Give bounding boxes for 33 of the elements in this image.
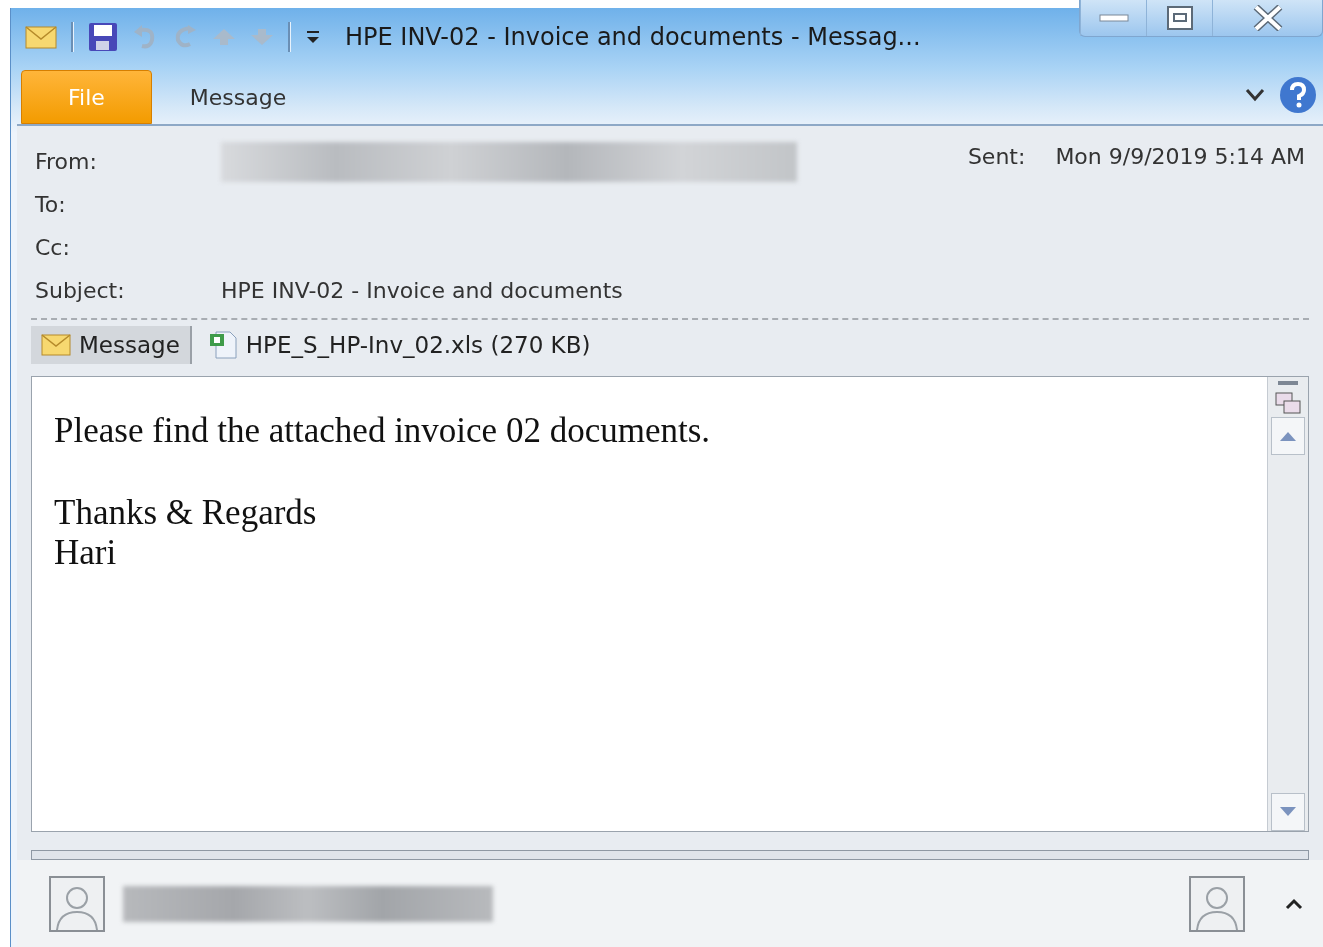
- body-text: Please find the attached invoice 02 documents.: [54, 411, 712, 451]
- pane-splitter[interactable]: [31, 850, 1309, 860]
- minimize-icon: [1098, 13, 1129, 23]
- attachment-item[interactable]: HPE_S_HP-Inv_02.xls (270 KB): [197, 324, 601, 366]
- sent-date: Mon 9/9/2019 5:14 AM: [1055, 144, 1305, 171]
- message-tab[interactable]: Message: [31, 326, 192, 364]
- save-icon[interactable]: [88, 22, 118, 52]
- down-triangle-icon: [1278, 806, 1298, 818]
- help-icon[interactable]: [1279, 76, 1317, 114]
- sent-label: Sent:: [967, 144, 1026, 171]
- ribbon-tab[interactable]: Message: [151, 70, 325, 124]
- field-label: Subject:: [35, 278, 126, 303]
- window-title: HPE INV-02 - Invoice and documents - Messag...: [345, 23, 921, 51]
- expand-up-icon[interactable]: [1285, 897, 1303, 910]
- body-text: Hari: [54, 533, 118, 573]
- scroll-down-button[interactable]: [1271, 793, 1305, 831]
- body-text: Thanks & Regards: [54, 493, 318, 533]
- envelope-icon: [41, 333, 71, 357]
- field-label: Cc:: [35, 235, 71, 260]
- envelope-icon: [25, 23, 57, 51]
- customize-menu-icon[interactable]: [305, 29, 321, 45]
- spreadsheet-icon: [207, 330, 238, 360]
- chevron-down-icon[interactable]: [1245, 87, 1265, 103]
- avatar-icon: [1189, 875, 1245, 932]
- field-label: To:: [35, 192, 67, 217]
- maximize-icon: [1165, 5, 1194, 31]
- unblock-content-icon[interactable]: [1274, 389, 1302, 417]
- close-icon: [1252, 5, 1283, 31]
- subject-text: HPE INV-02 - Invoice and documents: [221, 278, 623, 303]
- scroll-up-button[interactable]: [1271, 417, 1305, 455]
- avatar-icon: [49, 875, 105, 932]
- field-label: From:: [35, 149, 98, 174]
- up-triangle-icon: [1278, 430, 1298, 442]
